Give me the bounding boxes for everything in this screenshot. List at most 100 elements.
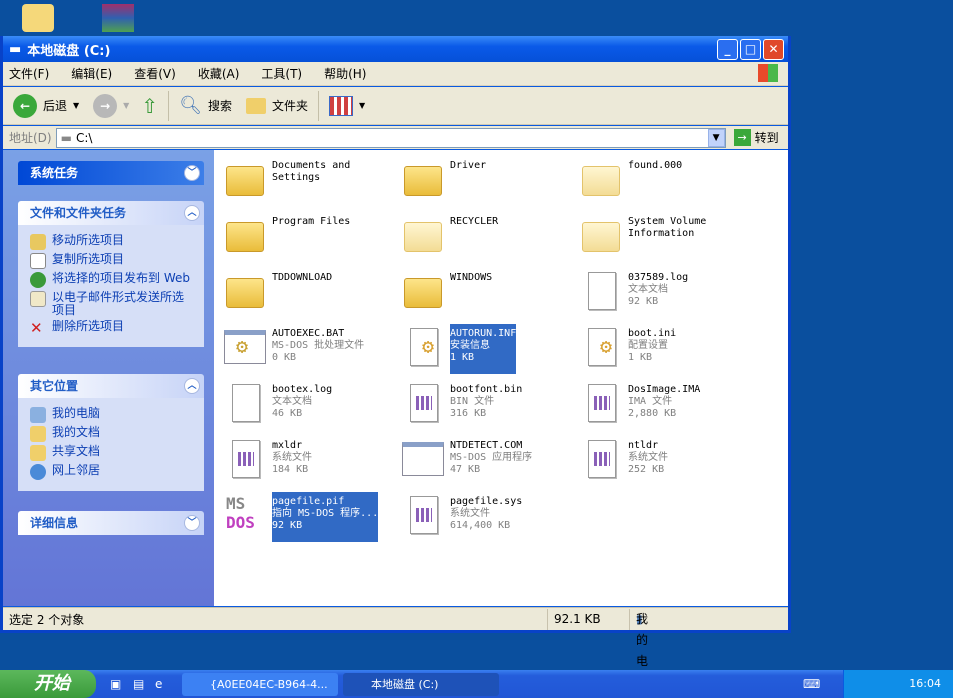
desktop-icon-folder[interactable] [22,4,54,32]
file-item[interactable]: Program Files [222,212,398,262]
chevron-down-icon[interactable]: ﹀ [184,515,200,531]
menu-file[interactable]: 文件(F) [9,65,49,82]
place-my-documents[interactable]: 我的文档 [30,426,194,442]
file-item[interactable]: 037589.log 文本文档 92 KB [578,268,754,318]
chevron-down-icon[interactable]: ﹀ [184,165,200,181]
go-arrow-icon[interactable]: → [733,129,751,146]
file-item[interactable]: TDDOWNLOAD [222,268,398,318]
explorer-window: ▬ 本地磁盘 (C:) _ □ ✕ 文件(F) 编辑(E) 查看(V) 收藏(A)… [0,36,791,689]
folder-icon [30,445,46,461]
file-item[interactable]: RECYCLER [400,212,576,262]
file-item[interactable]: ⚙ AUTOEXEC.BAT MS-DOS 批处理文件 0 KB [222,324,398,374]
quicklaunch-ie-icon[interactable]: e [155,677,162,691]
file-name: RECYCLER [450,216,499,227]
back-dropdown[interactable]: ▼ [73,101,79,110]
details-panel: 详细信息 ﹀ [18,511,204,535]
file-item[interactable]: bootfont.bin BIN 文件 316 KB [400,380,576,430]
file-item[interactable]: WINDOWS [400,268,576,318]
file-item[interactable]: System Volume Information [578,212,754,262]
file-item[interactable]: bootex.log 文本文档 46 KB [222,380,398,430]
file-item[interactable]: ⚙ boot.ini 配置设置 1 KB [578,324,754,374]
file-item[interactable]: mxldr 系统文件 184 KB [222,436,398,486]
forward-arrow-icon[interactable]: → [93,93,118,118]
menu-bar: 文件(F) 编辑(E) 查看(V) 收藏(A) 工具(T) 帮助(H) [3,62,788,86]
go-button[interactable]: 转到 [755,129,779,146]
task-email[interactable]: 以电子邮件形式发送所选项目 [30,291,194,317]
quicklaunch-icon[interactable]: ▣ [110,677,121,691]
file-name: NTDETECT.COM [450,440,523,451]
file-item[interactable]: ntldr 系统文件 252 KB [578,436,754,486]
taskbar: 开始 ▣ ▤ e {A0EE04EC-B964-4... 本地磁盘 (C:) ⌨… [0,670,953,698]
start-button[interactable]: 开始 [0,670,96,698]
separator [317,90,319,121]
file-tasks-header[interactable]: 文件和文件夹任务 ︿ [18,201,204,225]
file-name: WINDOWS [450,272,493,283]
gear-doc-file-icon: ⚙ [578,324,624,370]
system-tasks-header[interactable]: 系统任务 ﹀ [18,161,204,185]
search-icon[interactable]: 🔍︎ [179,95,202,116]
menu-view[interactable]: 查看(V) [134,65,176,82]
file-name: ntldr [628,440,659,451]
menu-edit[interactable]: 编辑(E) [71,65,112,82]
file-item[interactable]: NTDETECT.COM MS-DOS 应用程序 47 KB [400,436,576,486]
place-network[interactable]: 网上邻居 [30,464,194,480]
search-button[interactable]: 搜索 [208,97,232,114]
minimize-button[interactable]: _ [717,39,738,60]
toolbar: ← 后退 ▼ → ▼ ⇧ 🔍︎ 搜索 文件夹 ▼ [3,87,788,125]
taskbar-item-setup[interactable]: {A0EE04EC-B964-4... [182,673,338,696]
file-list: Documents and Settings Driver found.000 Prog… [214,150,788,606]
menu-favorites[interactable]: 收藏(A) [198,65,240,82]
other-places-header[interactable]: 其它位置 ︿ [18,374,204,398]
views-dropdown[interactable]: ▼ [359,101,365,110]
title-bar[interactable]: ▬ 本地磁盘 (C:) [3,36,788,62]
folder-icon [578,156,624,202]
file-type: 系统文件 [450,508,490,519]
file-item[interactable]: found.000 [578,156,754,206]
window-title: 本地磁盘 (C:) [27,43,111,59]
file-type: BIN 文件 [450,396,495,407]
email-icon [30,291,46,307]
file-item[interactable]: MS DOS pagefile.pif 指向 MS-DOS 程序... 92 KB [222,492,398,542]
desktop-icon-winrar[interactable] [102,4,134,32]
forward-dropdown[interactable]: ▼ [123,101,129,110]
file-type: 文本文档 [272,396,312,407]
folder-icon [400,212,446,258]
msdos-file-icon: MS DOS [226,494,255,532]
folders-button[interactable]: 文件夹 [272,97,308,114]
file-name: AUTORUN.INF [450,328,517,339]
taskbar-item-local-disk[interactable]: 本地磁盘 (C:) [343,673,499,696]
place-my-computer[interactable]: 我的电脑 [30,407,194,423]
address-dropdown[interactable]: ▼ [707,128,725,147]
place-shared-documents[interactable]: 共享文档 [30,445,194,461]
chevron-up-icon[interactable]: ︿ [184,205,200,221]
close-button[interactable]: ✕ [763,39,784,60]
clock[interactable]: 16:04 [909,677,941,690]
task-move[interactable]: 移动所选项目 [30,234,194,250]
folders-icon[interactable] [245,97,266,114]
file-type: MS-DOS 应用程序 [450,452,533,463]
menu-help[interactable]: 帮助(H) [324,65,366,82]
file-type: 系统文件 [272,452,312,463]
file-item[interactable]: pagefile.sys 系统文件 614,400 KB [400,492,576,542]
file-type: 指向 MS-DOS 程序... [272,508,379,519]
address-input[interactable]: ▬ C:\ ▼ [55,127,726,148]
file-item[interactable]: Documents and Settings [222,156,398,206]
menu-tools[interactable]: 工具(T) [261,65,302,82]
details-header[interactable]: 详细信息 ﹀ [18,511,204,535]
back-button[interactable]: 后退 [43,97,67,114]
task-copy[interactable]: 复制所选项目 [30,253,194,269]
task-delete[interactable]: ✕ 删除所选项目 [30,320,194,337]
up-folder-icon[interactable]: ⇧ [141,94,158,118]
separator [168,90,170,121]
maximize-button[interactable]: □ [740,39,761,60]
file-item[interactable]: DosImage.IMA IMA 文件 2,880 KB [578,380,754,430]
file-item[interactable]: ⚙ AUTORUN.INF 安装信息 1 KB [400,324,576,374]
task-publish-web[interactable]: 将选择的项目发布到 Web [30,272,194,288]
file-item[interactable]: Driver [400,156,576,206]
quicklaunch-icon[interactable]: ▤ [133,677,144,691]
chevron-up-icon[interactable]: ︿ [184,378,200,394]
back-arrow-icon[interactable]: ← [13,93,37,118]
file-name: DosImage.IMA [628,384,701,395]
keyboard-icon[interactable]: ⌨ [803,677,820,691]
views-icon[interactable] [328,95,353,116]
